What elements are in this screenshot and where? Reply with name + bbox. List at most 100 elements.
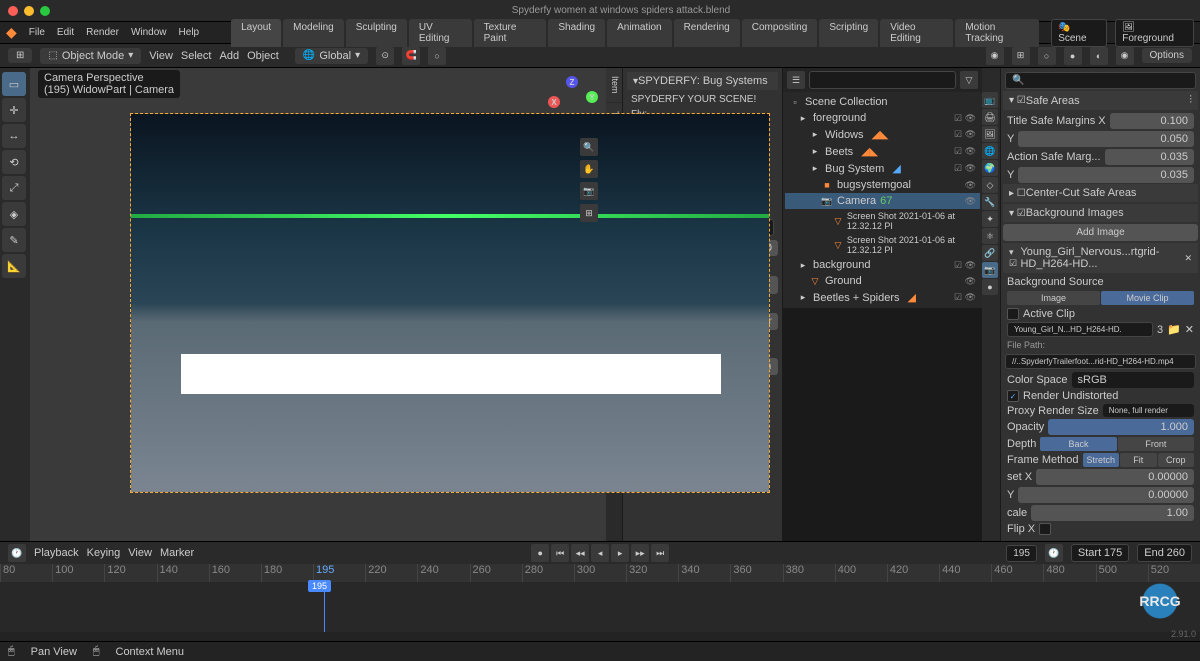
shading-solid-icon[interactable]: ● [1064,47,1082,65]
outliner-item[interactable]: ▸background☑ 👁 [785,257,980,273]
scene-collection-item[interactable]: ▫Scene Collection [785,94,980,110]
title-safe-x[interactable]: 0.100 [1110,113,1194,129]
scale-tool-icon[interactable]: ⤢ [2,176,26,200]
material-props-icon[interactable]: ● [982,279,998,295]
timeline-track[interactable]: 195 [0,582,1200,632]
tab-video[interactable]: Video Editing [880,19,953,47]
maximize-window-icon[interactable] [40,6,50,16]
header-menu-select[interactable]: Select [181,50,212,62]
proportional-icon[interactable]: ○ [428,47,446,65]
outliner-item[interactable]: ▸foreground☑ 👁 [785,110,980,126]
nav-gizmo[interactable]: X Y Z [548,76,598,126]
scene-field[interactable]: 🎭 Scene [1051,19,1107,47]
mode-dropdown[interactable]: ⬚ Object Mode ▾ [40,48,141,64]
view-menu[interactable]: View [128,547,152,559]
data-props-icon[interactable]: 📷 [982,262,998,278]
shading-wire-icon[interactable]: ○ [1038,47,1056,65]
close-window-icon[interactable] [8,6,18,16]
file-path-input[interactable]: //..SpyderfyTrailerfoot...rid-HD_H264-HD… [1005,354,1196,369]
depth-back-button[interactable]: Back [1040,437,1116,451]
transform-tool-icon[interactable]: ◈ [2,202,26,226]
outliner-item[interactable]: ▸Widows◢◣☑ 👁 [785,126,980,143]
timeline-type-icon[interactable]: 🕐 [8,544,26,562]
tab-compositing[interactable]: Compositing [742,19,818,47]
gizmo-z-icon[interactable]: Z [566,76,578,88]
outliner-search[interactable] [809,71,956,89]
render-props-icon[interactable]: 📺 [982,92,998,108]
next-key-icon[interactable]: ▸▸ [631,544,649,562]
header-menu-view[interactable]: View [149,50,173,62]
bg-images-header[interactable]: ▾ ☑ Background Images [1003,204,1198,222]
playhead[interactable]: 195 [324,582,325,632]
tab-layout[interactable]: Layout [231,19,281,47]
prev-key-icon[interactable]: ◂◂ [571,544,589,562]
offset-y[interactable]: 0.00000 [1018,487,1194,503]
tab-rendering[interactable]: Rendering [674,19,740,47]
annotate-tool-icon[interactable]: ✎ [2,228,26,252]
camera-view-icon[interactable]: 📷 [580,182,598,200]
orientation-dropdown[interactable]: 🌐 Global ▾ [295,48,368,64]
constraint-props-icon[interactable]: 🔗 [982,245,998,261]
browse-icon[interactable]: 📁 [1167,323,1181,336]
frame-fit-button[interactable]: Fit [1120,453,1156,467]
render-undistorted-checkbox[interactable] [1007,390,1019,402]
shading-material-icon[interactable]: ◐ [1090,47,1108,65]
scale-field[interactable]: 1.00 [1031,505,1194,521]
header-menu-object[interactable]: Object [247,50,279,62]
options-dropdown[interactable]: Options [1142,48,1192,63]
action-safe-x[interactable]: 0.035 [1105,149,1194,165]
menu-render[interactable]: Render [86,27,119,38]
physics-props-icon[interactable]: ⚛ [982,228,998,244]
header-menu-add[interactable]: Add [219,50,239,62]
scene-props-icon[interactable]: 🌐 [982,143,998,159]
viewlayer-field[interactable]: 🖼 Foreground [1115,19,1194,47]
menu-window[interactable]: Window [131,27,167,38]
editor-type-dropdown[interactable]: ⊞ [8,48,32,63]
tab-shading[interactable]: Shading [548,19,605,47]
add-image-button[interactable]: Add Image [1003,224,1198,241]
tab-scripting[interactable]: Scripting [819,19,878,47]
shading-rendered-icon[interactable]: ◉ [1116,47,1134,65]
frame-start[interactable]: Start 175 [1071,544,1129,562]
preview-range-icon[interactable]: 🕐 [1045,544,1063,562]
tab-uv[interactable]: UV Editing [409,19,472,47]
keying-menu[interactable]: Keying [87,547,121,559]
move-tool-icon[interactable]: ↔ [2,124,26,148]
jump-end-icon[interactable]: ⏭ [651,544,669,562]
title-safe-y[interactable]: 0.050 [1018,131,1194,147]
overlay-icon[interactable]: ◉ [986,47,1004,65]
object-props-icon[interactable]: ◇ [982,177,998,193]
tab-sculpting[interactable]: Sculpting [346,19,407,47]
tab-animation[interactable]: Animation [607,19,671,47]
snap-icon[interactable]: 🧲 [402,47,420,65]
safe-areas-header[interactable]: ▾ ☑ Safe Areas⫶ [1003,91,1198,110]
outliner-item[interactable]: ▽Screen Shot 2021-01-06 at 12.32.12 PI [785,233,980,257]
current-frame[interactable]: 195 [1006,545,1037,562]
frame-crop-button[interactable]: Crop [1158,453,1194,467]
props-search-input[interactable]: 🔍 [1005,72,1196,89]
tab-texture[interactable]: Texture Paint [474,19,547,47]
world-props-icon[interactable]: 🌍 [982,160,998,176]
outliner-item[interactable]: ▸Bug System◢☑ 👁 [785,160,980,177]
cursor-tool-icon[interactable]: ✛ [2,98,26,122]
pan-icon[interactable]: ✋ [580,160,598,178]
outliner-item[interactable]: ■bugsystemgoal👁 [785,177,980,193]
depth-front-button[interactable]: Front [1118,437,1194,451]
xray-icon[interactable]: ⊞ [1012,47,1030,65]
spyderfy-title[interactable]: ▾ SPYDERFY: Bug Systems [627,72,778,90]
outliner-item-camera[interactable]: 📷Camera 67👁 [785,193,980,209]
select-tool-icon[interactable]: ▭ [2,72,26,96]
opacity-slider[interactable]: 1.000 [1048,419,1194,435]
jump-start-icon[interactable]: ⏮ [551,544,569,562]
gizmo-x-icon[interactable]: X [548,96,560,108]
modifier-props-icon[interactable]: 🔧 [982,194,998,210]
action-safe-y[interactable]: 0.035 [1018,167,1194,183]
particle-props-icon[interactable]: ✦ [982,211,998,227]
tab-motion[interactable]: Motion Tracking [955,19,1039,47]
pivot-icon[interactable]: ⊙ [376,47,394,65]
measure-tool-icon[interactable]: 📐 [2,254,26,278]
marker-menu[interactable]: Marker [160,547,194,559]
perspective-icon[interactable]: ⊞ [580,204,598,222]
center-cut-header[interactable]: ▸ ☐ Center-Cut Safe Areas [1003,184,1198,202]
timeline-ruler[interactable]: 80 100 120 140 160 180 195 220 240 260 2… [0,564,1200,582]
